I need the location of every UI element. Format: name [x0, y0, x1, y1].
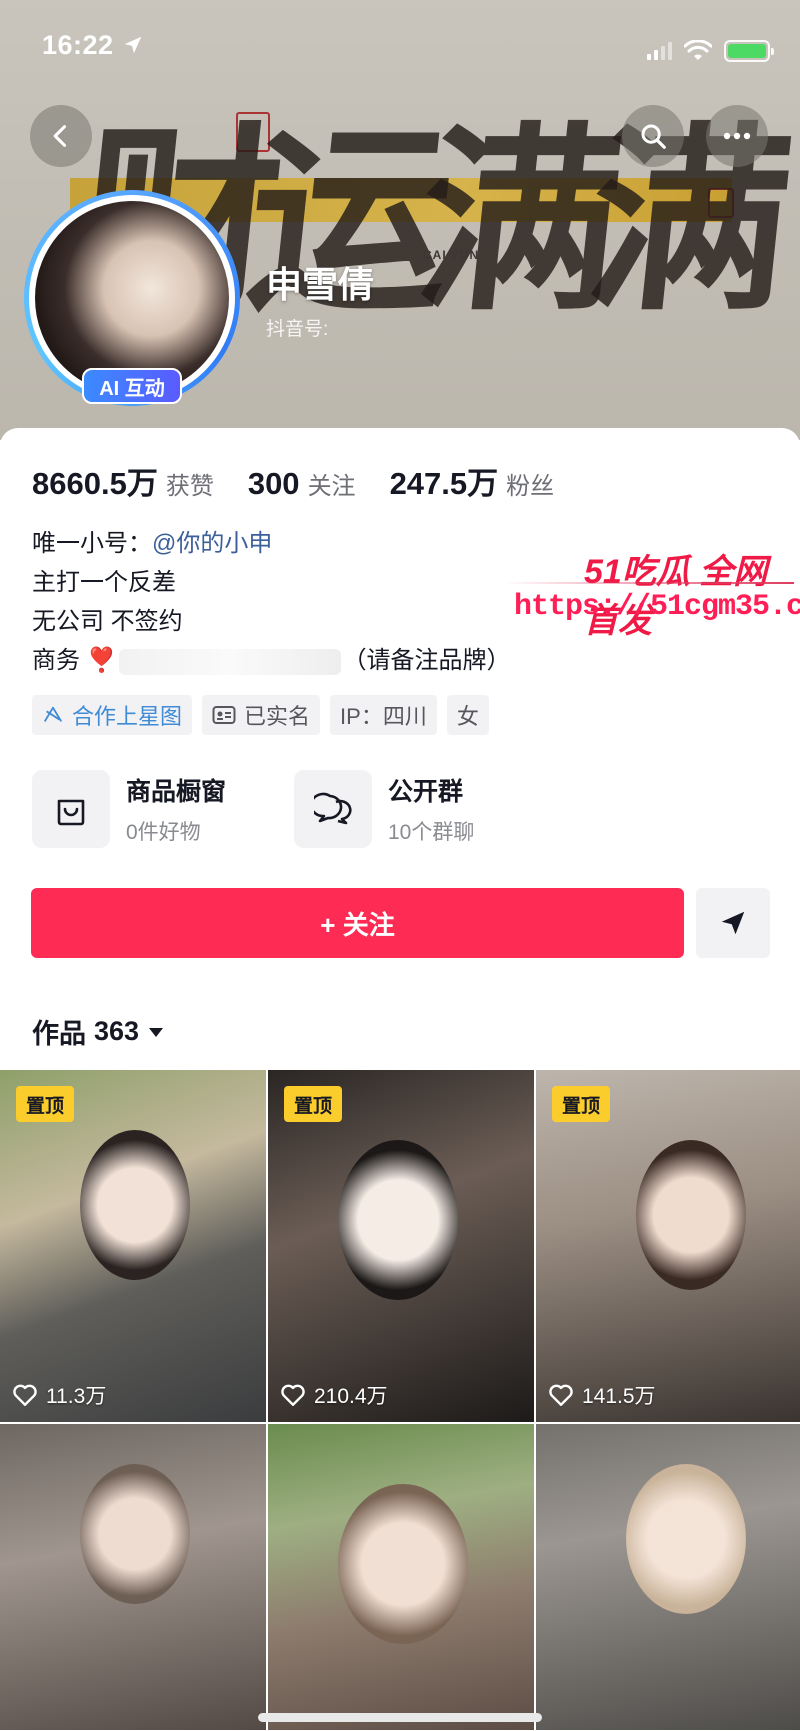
back-button[interactable]	[30, 105, 92, 167]
bio-line: 唯一小号：@你的小申	[32, 524, 511, 563]
search-button[interactable]	[622, 105, 684, 167]
bio-line: 主打一个反差	[32, 569, 176, 596]
shop-window-entry[interactable]: 商品橱窗 0件好物	[32, 770, 226, 848]
tag-verified[interactable]: 已实名	[202, 695, 321, 735]
heart-outline-icon	[13, 1384, 37, 1406]
watermark-url: https://51cgm35.com	[514, 590, 800, 624]
wifi-icon	[684, 40, 712, 60]
group-subtitle: 10个群聊	[388, 821, 475, 844]
video-tile[interactable]	[536, 1424, 800, 1730]
follow-button[interactable]: + 关注	[31, 888, 684, 958]
tag-gender: 女	[446, 695, 489, 735]
tag-ip-label: IP：四川	[340, 704, 427, 729]
works-count: 363	[94, 1016, 140, 1046]
video-thumbnail	[80, 1464, 190, 1604]
shop-title: 商品橱窗	[126, 778, 227, 806]
stat-following[interactable]: 300 关注	[248, 466, 356, 502]
pinned-badge: 置顶	[284, 1086, 342, 1122]
send-arrow-icon	[721, 911, 745, 935]
stat-likes-value: 8660.5万	[32, 466, 158, 501]
shop-subtitle: 0件好物	[126, 821, 201, 844]
status-time-text: 16:22	[42, 30, 114, 60]
star-map-icon	[43, 706, 63, 722]
chevron-left-icon	[53, 125, 67, 147]
cellular-signal-icon	[647, 42, 672, 60]
search-icon	[641, 124, 666, 149]
video-tile[interactable]: 置顶 141.5万	[536, 1070, 800, 1422]
video-tile[interactable]	[0, 1424, 266, 1730]
video-likes: 210.4万	[280, 1380, 388, 1410]
video-tile[interactable]: 置顶 11.3万	[0, 1070, 266, 1422]
tag-gender-label: 女	[456, 704, 479, 729]
caret-down-icon	[149, 1027, 164, 1037]
ai-interact-badge[interactable]: AI 互动	[82, 368, 182, 404]
stat-likes-label: 获赞	[165, 473, 214, 500]
video-likes-count: 141.5万	[582, 1385, 656, 1408]
group-icon-box	[294, 770, 372, 848]
more-dots-icon	[723, 132, 751, 140]
pinned-badge: 置顶	[16, 1086, 74, 1122]
video-thumbnail	[338, 1484, 468, 1644]
video-thumbnail	[626, 1464, 746, 1614]
video-thumbnail	[636, 1140, 746, 1290]
tag-verified-label: 已实名	[244, 704, 311, 729]
blurred-contact	[118, 648, 341, 675]
shopping-bag-icon	[57, 799, 85, 826]
more-button[interactable]	[706, 105, 768, 167]
share-button[interactable]	[696, 888, 770, 958]
pinned-badge: 置顶	[552, 1086, 610, 1122]
bio-line: 无公司 不签约	[32, 608, 183, 635]
stat-followers[interactable]: 247.5万 粉丝	[390, 458, 555, 503]
stat-likes[interactable]: 8660.5万 获赞	[32, 458, 214, 503]
profile-tags: 合作上星图 已实名 IP：四川 女	[32, 695, 489, 735]
location-arrow-icon	[124, 36, 141, 54]
public-group-entry[interactable]: 公开群 10个群聊	[294, 770, 474, 848]
bio-line: 商务 ❣️ （请备注品牌）	[32, 641, 511, 680]
bio-mention-link[interactable]: @你的小申	[152, 530, 272, 557]
heart-exclamation-icon: ❣️	[86, 647, 117, 674]
status-icons	[647, 34, 774, 68]
profile-stats: 8660.5万 获赞 300 关注 247.5万 粉丝	[32, 458, 588, 503]
stat-followers-value: 247.5万	[389, 466, 499, 501]
douyin-id: 抖音号:	[266, 319, 329, 340]
tag-star-map[interactable]: 合作上星图	[32, 695, 193, 735]
stat-following-value: 300	[247, 466, 300, 501]
status-time: 16:22	[42, 30, 144, 64]
home-indicator	[258, 1713, 542, 1722]
watermark-line	[504, 582, 794, 584]
heart-outline-icon	[549, 1384, 573, 1406]
works-label: 作品	[32, 1019, 86, 1049]
video-tile[interactable]: 置顶 210.4万	[268, 1070, 534, 1422]
profile-bio: 唯一小号：@你的小申 主打一个反差 无公司 不签约 商务 ❣️ （请备注品牌）	[32, 524, 511, 680]
tag-ip: IP：四川	[330, 695, 437, 735]
video-thumbnail	[80, 1130, 190, 1280]
video-likes-count: 210.4万	[314, 1385, 388, 1408]
tag-star-map-label: 合作上星图	[72, 704, 183, 729]
video-tile[interactable]	[268, 1424, 534, 1730]
video-thumbnail	[338, 1140, 458, 1300]
profile-name: 申雪倩	[266, 264, 375, 305]
video-likes: 11.3万	[12, 1380, 106, 1410]
banner-caption: CAI YUN	[423, 248, 480, 262]
id-card-icon	[212, 706, 236, 724]
battery-icon	[724, 40, 774, 62]
video-likes: 141.5万	[548, 1380, 656, 1410]
bio-business-label: 商务	[32, 647, 80, 674]
group-chat-icon	[314, 792, 352, 825]
heart-outline-icon	[281, 1384, 305, 1406]
bio-business-note: （请备注品牌）	[342, 647, 511, 674]
video-grid: 置顶 11.3万 置顶 210.4万 置顶 141.5万	[0, 1070, 800, 1730]
group-title: 公开群	[388, 778, 464, 806]
bio-alt-account-label: 唯一小号：	[32, 530, 152, 557]
shop-icon-box	[32, 770, 110, 848]
stat-following-label: 关注	[307, 473, 356, 500]
works-tab[interactable]: 作品 363	[32, 1012, 165, 1051]
video-likes-count: 11.3万	[46, 1385, 107, 1408]
stat-followers-label: 粉丝	[506, 473, 555, 500]
